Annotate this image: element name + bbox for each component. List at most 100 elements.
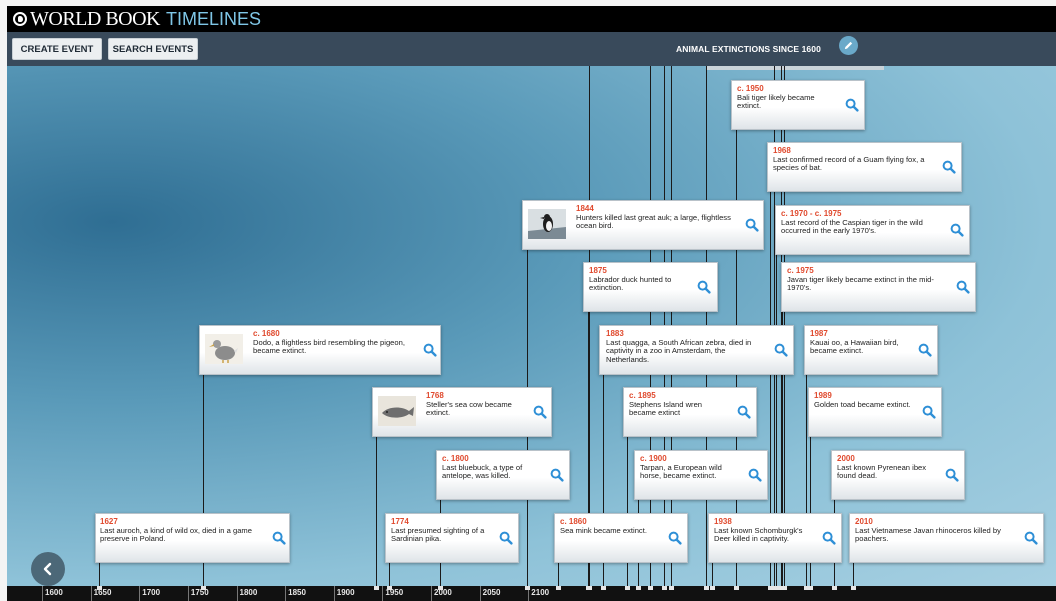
event-card-javan-rhino[interactable]: 2010 Last Vietnamese Javan rhinoceros kil… xyxy=(849,513,1044,563)
event-card-javan-tiger[interactable]: c. 1975 Javan tiger likely became extinct… xyxy=(781,262,976,312)
magnifier-icon[interactable] xyxy=(942,160,956,174)
axis-event-marker[interactable] xyxy=(704,586,709,590)
axis-event-marker[interactable] xyxy=(669,586,674,590)
magnifier-icon[interactable] xyxy=(774,343,788,357)
event-description: Last quagga, a South African zebra, died… xyxy=(606,337,752,364)
event-description: Last auroch, a kind of wild ox, died in … xyxy=(100,525,252,544)
magnifier-icon[interactable] xyxy=(737,405,751,419)
axis-event-marker[interactable] xyxy=(97,586,102,590)
scroll-back-button[interactable] xyxy=(31,552,65,586)
axis-event-marker[interactable] xyxy=(438,586,443,590)
event-description: Last known Schomburgk's Deer killed in c… xyxy=(714,525,803,544)
event-description: Hunters killed last great auk; a large, … xyxy=(576,212,731,231)
magnifier-icon[interactable] xyxy=(945,468,959,482)
event-stem xyxy=(712,563,714,586)
magnifier-icon[interactable] xyxy=(499,531,513,545)
event-card-caspian-tiger[interactable]: c. 1970 - c. 1975 Last record of the Casp… xyxy=(775,205,970,255)
magnifier-icon[interactable] xyxy=(918,343,932,357)
axis-event-marker[interactable] xyxy=(782,586,787,590)
sea-cow-image xyxy=(378,396,416,426)
event-card-flying-fox[interactable]: 1968 Last confirmed record of a Guam flyi… xyxy=(767,142,962,192)
axis-event-marker[interactable] xyxy=(710,586,715,590)
magnifier-icon[interactable] xyxy=(272,531,286,545)
magnifier-icon[interactable] xyxy=(423,343,437,357)
event-card-sea-mink[interactable]: c. 1860 Sea mink became extinct. xyxy=(554,513,688,563)
axis-event-marker[interactable] xyxy=(587,586,592,590)
axis-event-marker[interactable] xyxy=(387,586,392,590)
event-card-wren[interactable]: c. 1895 Stephens Island wren became extin… xyxy=(623,387,757,437)
axis-event-marker[interactable] xyxy=(625,586,630,590)
axis-label: 1700 xyxy=(142,588,161,597)
magnifier-icon[interactable] xyxy=(668,531,682,545)
axis-event-marker[interactable] xyxy=(662,586,667,590)
axis-event-marker[interactable] xyxy=(808,586,813,590)
axis-event-marker[interactable] xyxy=(556,586,561,590)
edit-title-button[interactable] xyxy=(839,36,858,55)
event-description: Last known Pyrenean ibex found dead. xyxy=(837,462,927,481)
magnifier-icon[interactable] xyxy=(845,98,859,112)
timeline-axis[interactable]: 1600 1650 1700 1750 1800 1850 1900 1950 2000 2050… xyxy=(7,586,1056,601)
event-card-sea-cow[interactable]: 1768 Steller's sea cow became extinct. xyxy=(372,387,552,437)
axis-event-marker[interactable] xyxy=(525,586,530,590)
event-card-bali-tiger[interactable]: c. 1950 Bali tiger likely became extinct. xyxy=(731,80,865,130)
event-stem xyxy=(389,563,391,586)
event-description: Sea mink became extinct. xyxy=(560,525,647,535)
magnifier-icon[interactable] xyxy=(1024,531,1038,545)
event-card-pika[interactable]: 1774 Last presumed sighting of a Sardinia… xyxy=(385,513,519,563)
event-card-schomburgk[interactable]: 1938 Last known Schomburgk's Deer killed … xyxy=(708,513,842,563)
axis-event-marker[interactable] xyxy=(201,586,206,590)
event-card-quagga[interactable]: 1883 Last quagga, a South African zebra, … xyxy=(599,325,794,375)
event-card-pyrenean-ibex[interactable]: 2000 Last known Pyrenean ibex found dead. xyxy=(831,450,965,500)
event-card-kauai-oo[interactable]: 1987 Kauai oo, a Hawaiian bird, became ex… xyxy=(804,325,938,375)
event-description: Last record of the Caspian tiger in the … xyxy=(781,217,923,236)
magnifier-icon[interactable] xyxy=(822,531,836,545)
axis-event-marker[interactable] xyxy=(648,586,653,590)
axis-event-marker[interactable] xyxy=(601,586,606,590)
axis-event-marker[interactable] xyxy=(832,586,837,590)
top-bar: WORLD BOOK TIMELINES xyxy=(7,6,1056,32)
magnifier-icon[interactable] xyxy=(748,468,762,482)
chevron-left-icon xyxy=(43,562,52,576)
magnifier-icon[interactable] xyxy=(950,223,964,237)
axis-event-marker[interactable] xyxy=(636,586,641,590)
event-description: Labrador duck hunted to extinction. xyxy=(589,274,672,293)
axis-event-marker[interactable] xyxy=(374,586,379,590)
event-description: Kauai oo, a Hawaiian bird, became extinc… xyxy=(810,337,899,356)
event-description: Steller's sea cow became extinct. xyxy=(426,399,512,418)
stage-divider xyxy=(707,66,884,70)
axis-event-marker[interactable] xyxy=(851,586,856,590)
magnifier-icon[interactable] xyxy=(745,218,759,232)
event-card-great-auk[interactable]: 1844 Hunters killed last great auk; a lar… xyxy=(522,200,764,250)
event-card-aurochs[interactable]: 1627 Last auroch, a kind of wild ox, died… xyxy=(95,513,290,563)
magnifier-icon[interactable] xyxy=(533,405,547,419)
event-description: Last confirmed record of a Guam flying f… xyxy=(773,154,925,173)
toolbar: CREATE EVENT SEARCH EVENTS ANIMAL EXTINC… xyxy=(7,32,1056,66)
globe-icon xyxy=(13,12,27,26)
magnifier-icon[interactable] xyxy=(956,280,970,294)
event-card-tarpan[interactable]: c. 1900 Tarpan, a European wild horse, be… xyxy=(634,450,768,500)
axis-label: 2100 xyxy=(531,588,550,597)
axis-tick xyxy=(382,586,384,601)
magnifier-icon[interactable] xyxy=(922,405,936,419)
axis-tick xyxy=(236,586,238,601)
timeline-stage[interactable]: 1627 Last auroch, a kind of wild ox, died… xyxy=(7,66,1056,586)
axis-event-marker[interactable] xyxy=(734,586,739,590)
brand-logo[interactable]: WORLD BOOK TIMELINES xyxy=(13,7,261,31)
magnifier-icon[interactable] xyxy=(697,280,711,294)
pencil-icon xyxy=(844,41,853,50)
search-events-button[interactable]: SEARCH EVENTS xyxy=(108,38,198,60)
event-stem xyxy=(99,563,101,586)
axis-event-marker[interactable] xyxy=(772,586,777,590)
magnifier-icon[interactable] xyxy=(550,468,564,482)
event-description: Javan tiger likely became extinct in the… xyxy=(787,274,934,293)
axis-tick xyxy=(90,586,92,601)
create-event-button[interactable]: CREATE EVENT xyxy=(12,38,102,60)
axis-tick xyxy=(479,586,481,601)
event-card-bluebuck[interactable]: c. 1800 Last bluebuck, a type of antelope… xyxy=(436,450,570,500)
axis-tick xyxy=(139,586,141,601)
event-card-dodo[interactable]: c. 1680 Dodo, a flightless bird resemblin… xyxy=(199,325,441,375)
event-description: Stephens Island wren became extinct xyxy=(629,399,703,418)
axis-label: 1600 xyxy=(45,588,63,597)
event-card-labrador-duck[interactable]: 1875 Labrador duck hunted to extinction. xyxy=(583,262,718,312)
event-card-golden-toad[interactable]: 1989 Golden toad became extinct. xyxy=(808,387,942,437)
